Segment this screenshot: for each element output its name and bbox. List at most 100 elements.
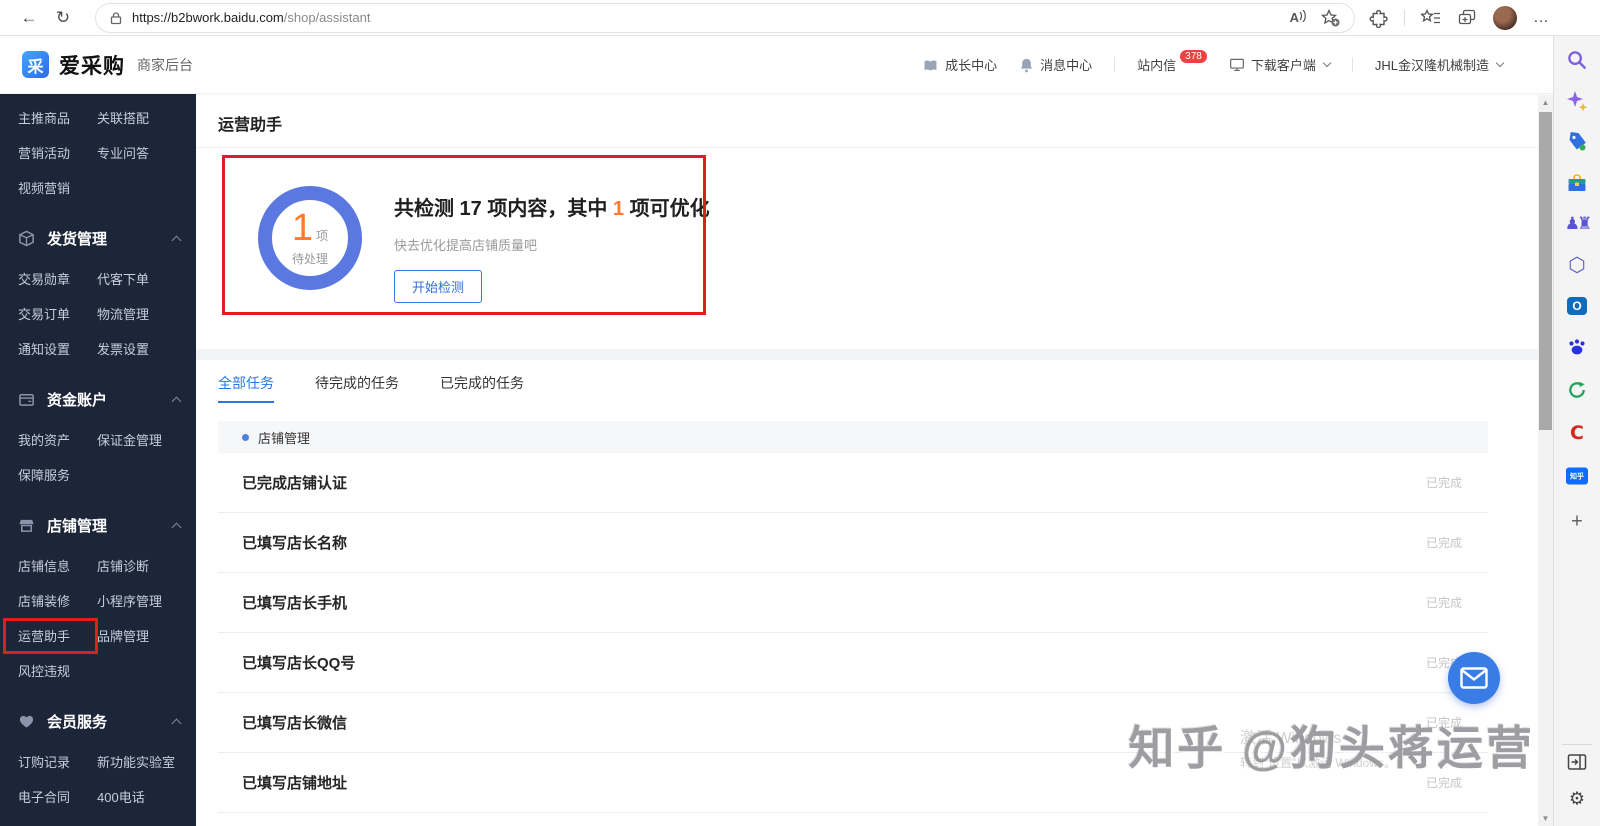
tab-已完成的任务[interactable]: 已完成的任务 — [440, 373, 524, 403]
sidebar-item-关联搭配[interactable]: 关联搭配 — [97, 100, 196, 135]
sidebar-item-营销活动[interactable]: 营销活动 — [0, 135, 97, 170]
sidebar-item-交易勋章[interactable]: 交易勋章 — [0, 261, 97, 296]
sidebar-item-电子合同[interactable]: 电子合同 — [0, 779, 97, 814]
sync-icon[interactable] — [1567, 380, 1588, 401]
toolbar-separator — [1404, 9, 1405, 26]
task-row[interactable]: 已填写店长QQ号 已完成 — [218, 633, 1488, 693]
tab-全部任务[interactable]: 全部任务 — [218, 373, 274, 403]
brand-logo-icon[interactable]: 采 — [22, 51, 49, 78]
sidebar-item-保证金管理[interactable]: 保证金管理 — [97, 422, 196, 457]
nav-download-client[interactable]: 下载客户端 — [1229, 55, 1332, 74]
page-scrollbar[interactable]: ▲ ▼ — [1538, 95, 1553, 826]
sidebar-item-视频营销[interactable]: 视频营销 — [0, 170, 97, 205]
task-row[interactable]: 已填写店长手机 已完成 — [218, 573, 1488, 633]
outlook-icon[interactable]: O — [1567, 297, 1587, 315]
sidebar-links-grid: 主推商品 关联搭配 营销活动 专业问答 视频营销 — [0, 100, 196, 205]
task-row[interactable]: 已完成店铺认证 已完成 — [218, 453, 1488, 513]
sidebar-item-订购记录[interactable]: 订购记录 — [0, 744, 97, 779]
toolbox-icon[interactable] — [1566, 172, 1588, 194]
message-fab-button[interactable] — [1448, 652, 1500, 704]
task-row[interactable]: 已填写店长微信 已完成 — [218, 693, 1488, 753]
bell-icon — [1019, 57, 1034, 73]
left-sidebar: 主推商品 关联搭配 营销活动 专业问答 视频营销发货管理 交易勋章 代客下单 交易订单 物流管理… — [0, 94, 196, 826]
extensions-icon[interactable] — [1368, 8, 1388, 28]
browser-toolbar: ← ↻ https://b2bwork.baidu.com/shop/assis… — [0, 0, 1600, 36]
heart-icon — [18, 713, 35, 730]
refresh-icon[interactable]: ↻ — [46, 8, 80, 28]
monitor-icon — [1229, 57, 1245, 72]
shopping-icon[interactable] — [1566, 131, 1588, 153]
add-sidebar-item-icon[interactable]: + — [1571, 511, 1583, 534]
open-sidebar-icon[interactable] — [1567, 753, 1587, 771]
chevron-up-icon — [171, 718, 182, 728]
tab-待完成的任务[interactable]: 待完成的任务 — [315, 373, 399, 403]
sidebar-section-发货管理[interactable]: 发货管理 — [0, 215, 196, 261]
read-aloud-icon[interactable]: A — [1290, 10, 1307, 25]
collections-icon[interactable] — [1457, 8, 1477, 27]
sidebar-item-店铺诊断[interactable]: 店铺诊断 — [97, 548, 196, 583]
toolbar-right: … — [1368, 5, 1564, 30]
sidebar-item-发票设置[interactable]: 发票设置 — [97, 331, 196, 366]
sidebar-item-店铺信息[interactable]: 店铺信息 — [0, 548, 97, 583]
sidebar-item-400电话[interactable]: 400电话 — [97, 779, 196, 814]
microsoft365-icon[interactable]: ⬡ — [1568, 253, 1585, 278]
sidebar-item-品牌管理[interactable]: 品牌管理 — [97, 618, 196, 653]
sidebar-item-保障服务[interactable]: 保障服务 — [0, 457, 97, 492]
chevron-down-icon — [1322, 58, 1332, 68]
task-status: 已完成 — [1425, 716, 1462, 730]
nav-account-menu[interactable]: JHL金汉隆机械制造 — [1375, 55, 1505, 74]
task-name: 已填写店长手机 — [242, 595, 348, 612]
copilot-icon[interactable] — [1566, 90, 1588, 112]
nav-message-center[interactable]: 消息中心 — [1019, 55, 1092, 74]
task-row[interactable]: 已填写店铺邮箱 — [218, 813, 1488, 826]
url-text: https://b2bwork.baidu.com/shop/assistant — [132, 10, 371, 25]
scrollbar-thumb[interactable] — [1539, 112, 1552, 430]
pending-label: 待处理 — [291, 252, 328, 266]
sidebar-section-会员服务[interactable]: 会员服务 — [0, 698, 196, 744]
title-block: 运营助手 — [196, 94, 1538, 148]
shop-icon — [18, 517, 35, 534]
sidebar-item-店铺装修[interactable]: 店铺装修 — [0, 583, 97, 618]
sidebar-item-代客下单[interactable]: 代客下单 — [97, 261, 196, 296]
sidebar-section-店铺管理[interactable]: 店铺管理 — [0, 502, 196, 548]
sidebar-item-主推商品[interactable]: 主推商品 — [0, 100, 97, 135]
red-c-extension-icon[interactable]: C — [1570, 422, 1584, 444]
back-icon[interactable]: ← — [12, 8, 46, 28]
sidebar-item-交易订单[interactable]: 交易订单 — [0, 296, 97, 331]
favorite-add-icon[interactable] — [1321, 8, 1340, 27]
wallet-icon — [18, 391, 35, 408]
search-icon[interactable] — [1567, 50, 1588, 71]
page-title: 运营助手 — [218, 117, 283, 134]
sidebar-item-小程序管理[interactable]: 小程序管理 — [97, 583, 196, 618]
task-status: 已完成 — [1425, 536, 1462, 550]
favorites-bar-icon[interactable] — [1421, 8, 1441, 27]
browser-menu-icon[interactable]: … — [1533, 9, 1550, 27]
profile-avatar[interactable] — [1493, 5, 1517, 30]
start-detection-button[interactable]: 开始检测 — [394, 270, 483, 303]
sidebar-item-我的资产[interactable]: 我的资产 — [0, 422, 97, 457]
screen: ← ↻ https://b2bwork.baidu.com/shop/assis… — [0, 0, 1600, 826]
baidu-paw-icon[interactable] — [1566, 336, 1588, 358]
sidebar-item-物流管理[interactable]: 物流管理 — [97, 296, 196, 331]
chevron-up-icon — [171, 522, 182, 532]
games-icon[interactable]: ♟♜ — [1565, 214, 1593, 234]
zhihu-icon[interactable]: 知乎 — [1566, 467, 1588, 485]
header-nav: 成长中心 消息中心 站内信 378 下载客户端 JHL金汉隆机械制造 — [922, 50, 1505, 74]
scroll-down-icon[interactable]: ▼ — [1538, 811, 1553, 826]
sidebar-item-新功能实验室[interactable]: 新功能实验室 — [97, 744, 196, 779]
sidebar-section-资金账户[interactable]: 资金账户 — [0, 376, 196, 422]
address-bar[interactable]: https://b2bwork.baidu.com/shop/assistant… — [96, 3, 1354, 32]
sidebar-links-grid: 店铺信息 店铺诊断 店铺装修 小程序管理 运营助手 品牌管理 风控违规 — [0, 548, 196, 688]
chevron-down-icon — [1495, 58, 1505, 68]
task-row[interactable]: 已填写店铺地址 已完成 — [218, 753, 1488, 813]
settings-gear-icon[interactable]: ⚙ — [1569, 789, 1585, 810]
scroll-up-icon[interactable]: ▲ — [1538, 95, 1553, 110]
sidebar-item-风控违规[interactable]: 风控违规 — [0, 653, 97, 688]
sidebar-item-通知设置[interactable]: 通知设置 — [0, 331, 97, 366]
sidebar-item-运营助手-active[interactable]: 运营助手 — [0, 618, 97, 653]
sidebar-item-专业问答[interactable]: 专业问答 — [97, 135, 196, 170]
nav-site-mail[interactable]: 站内信 378 — [1137, 50, 1207, 74]
nav-growth-center[interactable]: 成长中心 — [922, 55, 997, 74]
task-row[interactable]: 已填写店长名称 已完成 — [218, 513, 1488, 573]
pending-donut: 1 项 待处理 — [258, 186, 362, 290]
